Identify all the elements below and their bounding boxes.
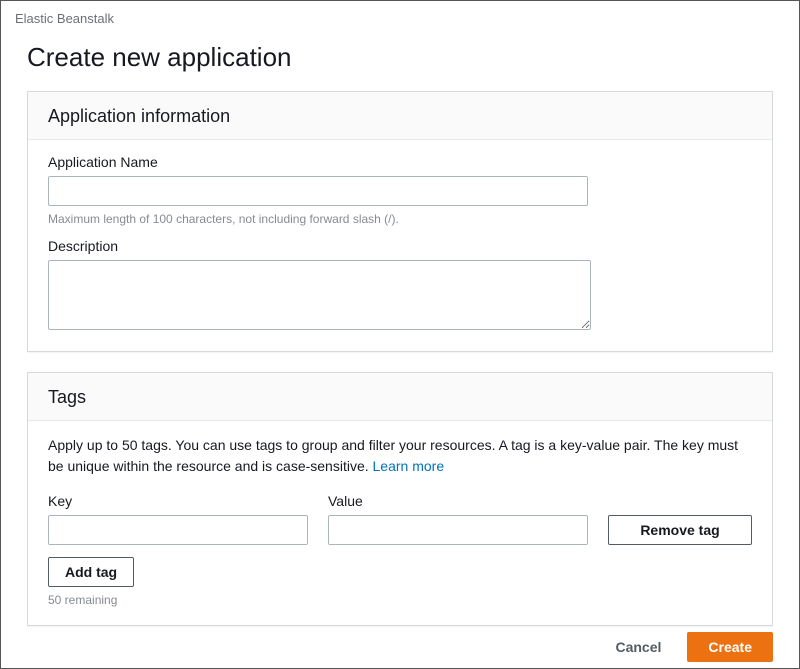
- page-content: Create new application Application infor…: [1, 32, 799, 628]
- application-info-body: Application Name Maximum length of 100 c…: [28, 140, 772, 351]
- tag-value-label: Value: [328, 493, 588, 509]
- application-info-panel: Application information Application Name…: [27, 91, 773, 352]
- page-title: Create new application: [27, 42, 773, 73]
- add-tag-row: Add tag 50 remaining: [48, 557, 752, 607]
- tag-row: Remove tag: [48, 515, 752, 545]
- tag-key-label: Key: [48, 493, 308, 509]
- remove-tag-button[interactable]: Remove tag: [608, 515, 752, 545]
- application-name-input[interactable]: [48, 176, 588, 206]
- description-textarea[interactable]: [48, 260, 591, 330]
- application-name-label: Application Name: [48, 154, 752, 170]
- tags-panel: Tags Apply up to 50 tags. You can use ta…: [27, 372, 773, 626]
- tags-heading: Tags: [28, 373, 772, 421]
- add-tag-button[interactable]: Add tag: [48, 557, 134, 587]
- application-info-heading: Application information: [28, 92, 772, 140]
- breadcrumb: Elastic Beanstalk: [1, 1, 799, 32]
- create-button[interactable]: Create: [687, 632, 773, 662]
- tag-value-input[interactable]: [328, 515, 588, 545]
- tag-key-input[interactable]: [48, 515, 308, 545]
- cancel-button[interactable]: Cancel: [599, 633, 677, 661]
- breadcrumb-service[interactable]: Elastic Beanstalk: [15, 11, 114, 26]
- tags-description: Apply up to 50 tags. You can use tags to…: [48, 435, 752, 477]
- tags-remaining: 50 remaining: [48, 593, 752, 607]
- footer-actions: Cancel Create: [1, 628, 799, 662]
- tag-header-row: Key Value: [48, 493, 752, 515]
- learn-more-link[interactable]: Learn more: [373, 458, 445, 474]
- app-window: Elastic Beanstalk Create new application…: [0, 0, 800, 669]
- application-name-helper: Maximum length of 100 characters, not in…: [48, 212, 752, 226]
- description-label: Description: [48, 238, 752, 254]
- tags-body: Apply up to 50 tags. You can use tags to…: [28, 421, 772, 625]
